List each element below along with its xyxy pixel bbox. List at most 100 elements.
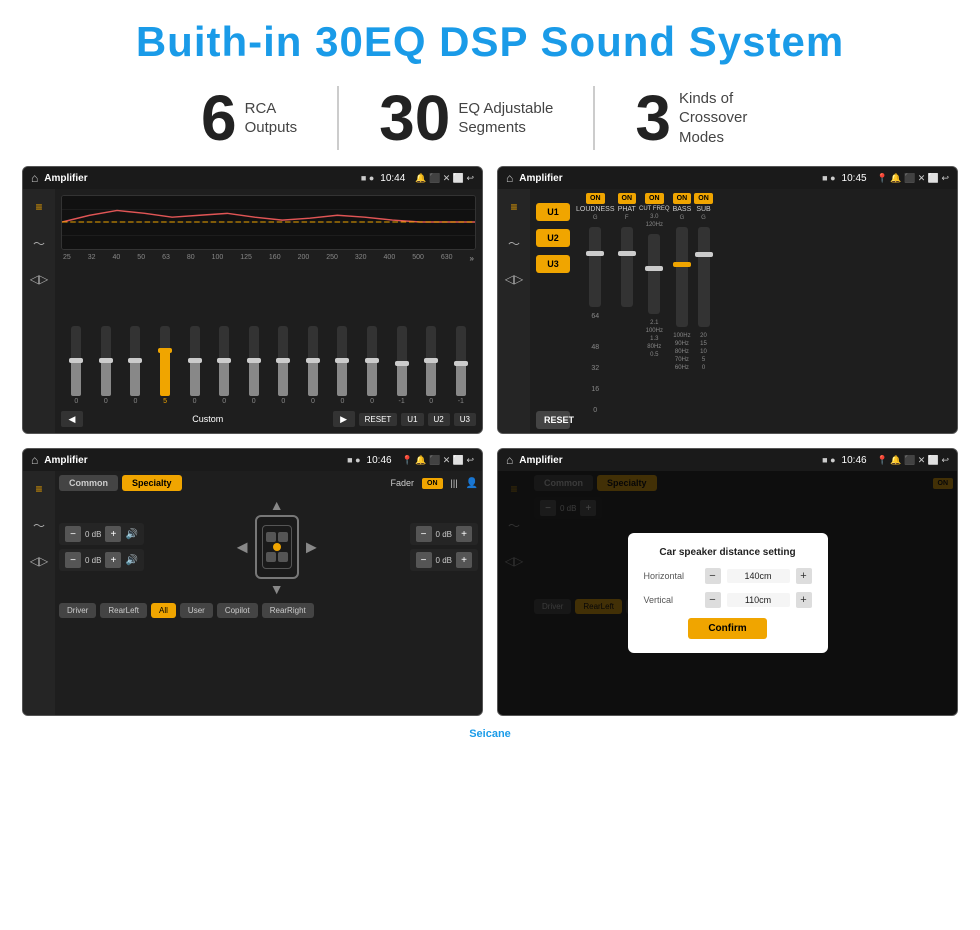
amp-sidebar-icon1[interactable]: ≡: [502, 195, 526, 219]
ch-bass-slider[interactable]: [676, 227, 688, 327]
eq-freq-labels: 2532405063 80100125160200 25032040050063…: [61, 254, 476, 263]
btn-copilot[interactable]: Copilot: [217, 603, 258, 618]
amp-app-title: Amplifier: [519, 173, 816, 184]
fader-screen: ⌂ Amplifier ■ ● 10:46 📍 🔔 ⬛ ✕ ⬜ ↩ ≡ 〜 ◁▷…: [22, 448, 483, 716]
sidebar-speaker-icon[interactable]: ◁▷: [27, 267, 51, 291]
amp-time: 10:45: [842, 173, 867, 184]
fader-tl-plus[interactable]: +: [105, 526, 121, 542]
eq-graph: [61, 195, 476, 250]
fader-br-plus[interactable]: +: [456, 552, 472, 568]
confirm-button[interactable]: Confirm: [688, 618, 766, 639]
ch-bass-name: BASS: [673, 206, 692, 213]
btn-rear-right[interactable]: RearRight: [262, 603, 314, 618]
preset-u1[interactable]: U1: [536, 203, 570, 221]
fader-home-icon[interactable]: ⌂: [31, 453, 38, 467]
tab-common[interactable]: Common: [59, 475, 118, 491]
car-diagram: ▲ ▼ ◀ ▶: [237, 497, 317, 597]
fader-cell-tr: − 0 dB +: [410, 523, 478, 545]
eq-u1-btn[interactable]: U1: [401, 413, 423, 426]
horizontal-plus-btn[interactable]: +: [796, 568, 812, 584]
eq-next-btn[interactable]: ▶: [333, 411, 355, 427]
amp-main-content: U1 U2 U3 RESET ON LOUDNESS G 64: [530, 189, 957, 433]
btn-all[interactable]: All: [151, 603, 176, 618]
dialog-app-title: Amplifier: [519, 455, 816, 466]
header: Buith-in 30EQ DSP Sound System: [0, 0, 980, 76]
eq-slider-2: 0: [93, 326, 120, 405]
home-icon[interactable]: ⌂: [31, 171, 38, 185]
fader-sidebar: ≡ 〜 ◁▷: [23, 471, 55, 715]
fader-bl-minus[interactable]: −: [65, 552, 81, 568]
eq-slider-10: 0: [329, 326, 356, 405]
ch-cutfreq-toggle[interactable]: ON: [645, 193, 664, 204]
fader-bars-icon: |||: [451, 478, 458, 488]
dialog-home-icon[interactable]: ⌂: [506, 453, 513, 467]
sidebar-eq-icon[interactable]: ≡: [27, 195, 51, 219]
fader-cell-bl: − 0 dB + 🔊: [59, 549, 144, 571]
dialog-icons-right: 📍 🔔 ⬛ ✕ ⬜ ↩: [877, 455, 949, 466]
ch-bass: ON BASS G 100Hz 90Hz 80Hz 70Hz 60Hz: [673, 193, 692, 429]
vertical-minus-btn[interactable]: −: [705, 592, 721, 608]
stat-number-crossover: 3: [635, 86, 671, 150]
arrow-left: ◀: [237, 539, 248, 556]
fader-right-cells: − 0 dB + − 0 dB +: [410, 497, 478, 597]
btn-rear-left[interactable]: RearLeft: [100, 603, 147, 618]
fader-sidebar-icon1[interactable]: ≡: [27, 477, 51, 501]
amp-sidebar-icon2[interactable]: 〜: [502, 231, 526, 255]
ch-phat-slider[interactable]: [621, 227, 633, 307]
amp-screen: ⌂ Amplifier ■ ● 10:45 📍 🔔 ⬛ ✕ ⬜ ↩ ≡ 〜 ◁▷…: [497, 166, 958, 434]
amp-home-icon[interactable]: ⌂: [506, 171, 513, 185]
fader-tl-speaker: 🔊: [125, 529, 137, 540]
eq-u2-btn[interactable]: U2: [428, 413, 450, 426]
ch-bass-toggle[interactable]: ON: [673, 193, 692, 204]
ch-sub-slider[interactable]: [698, 227, 710, 327]
ch-loudness-slider[interactable]: [589, 227, 601, 307]
vertical-val: 110cm: [727, 593, 790, 607]
fader-tl-minus[interactable]: −: [65, 526, 81, 542]
eq-screen: ⌂ Amplifier ■ ● 10:44 🔔 ⬛ ✕ ⬜ ↩ ≡ 〜 ◁▷: [22, 166, 483, 434]
fader-sidebar-icon3[interactable]: ◁▷: [27, 549, 51, 573]
eq-u3-btn[interactable]: U3: [454, 413, 476, 426]
amp-reset-btn[interactable]: RESET: [536, 411, 570, 429]
dialog-status-icons: ■ ●: [822, 455, 835, 465]
dialog-time: 10:46: [842, 455, 867, 466]
amp-channels: ON LOUDNESS G 64 48 32 16: [576, 193, 951, 429]
ch-cutfreq-slider[interactable]: [648, 234, 660, 314]
eq-slider-14: -1: [448, 326, 475, 405]
btn-driver[interactable]: Driver: [59, 603, 96, 618]
fader-tr-plus[interactable]: +: [456, 526, 472, 542]
stat-crossover: 3 Kinds ofCrossover Modes: [595, 86, 819, 150]
fader-br-minus[interactable]: −: [416, 552, 432, 568]
ch-loudness: ON LOUDNESS G 64 48 32 16: [576, 193, 615, 429]
fader-left-cells: − 0 dB + 🔊 − 0 dB + 🔊: [59, 497, 144, 597]
eq-icons-right: 🔔 ⬛ ✕ ⬜ ↩: [415, 173, 474, 184]
dialog-status-bar: ⌂ Amplifier ■ ● 10:46 📍 🔔 ⬛ ✕ ⬜ ↩: [498, 449, 957, 471]
btn-user[interactable]: User: [180, 603, 213, 618]
stats-row: 6 RCAOutputs 30 EQ AdjustableSegments 3 …: [0, 76, 980, 166]
ch-loudness-name: LOUDNESS: [576, 206, 615, 213]
horizontal-label: Horizontal: [644, 571, 699, 581]
car-body: [255, 515, 299, 579]
fader-sidebar-icon2[interactable]: 〜: [27, 513, 51, 537]
ch-sub-toggle[interactable]: ON: [694, 193, 713, 204]
fader-icons-right: 📍 🔔 ⬛ ✕ ⬜ ↩: [402, 455, 474, 466]
stat-number-eq: 30: [379, 86, 450, 150]
preset-u3[interactable]: U3: [536, 255, 570, 273]
vertical-plus-btn[interactable]: +: [796, 592, 812, 608]
eq-slider-5: 0: [181, 326, 208, 405]
horizontal-minus-btn[interactable]: −: [705, 568, 721, 584]
fader-bl-plus[interactable]: +: [105, 552, 121, 568]
eq-prev-btn[interactable]: ◀: [61, 411, 83, 427]
ch-phat-toggle[interactable]: ON: [618, 193, 637, 204]
vertical-row: Vertical − 110cm +: [644, 592, 812, 608]
sidebar-wave-icon[interactable]: 〜: [27, 231, 51, 255]
eq-slider-1: 0: [63, 326, 90, 405]
tab-specialty[interactable]: Specialty: [122, 475, 182, 491]
preset-u2[interactable]: U2: [536, 229, 570, 247]
fader-label: Fader: [391, 478, 415, 488]
fader-tr-minus[interactable]: −: [416, 526, 432, 542]
ch-loudness-toggle[interactable]: ON: [586, 193, 605, 204]
eq-reset-btn[interactable]: RESET: [359, 413, 398, 426]
stat-label-crossover: Kinds ofCrossover Modes: [679, 89, 779, 148]
amp-sidebar-icon3[interactable]: ◁▷: [502, 267, 526, 291]
vertical-label: Vertical: [644, 595, 699, 605]
